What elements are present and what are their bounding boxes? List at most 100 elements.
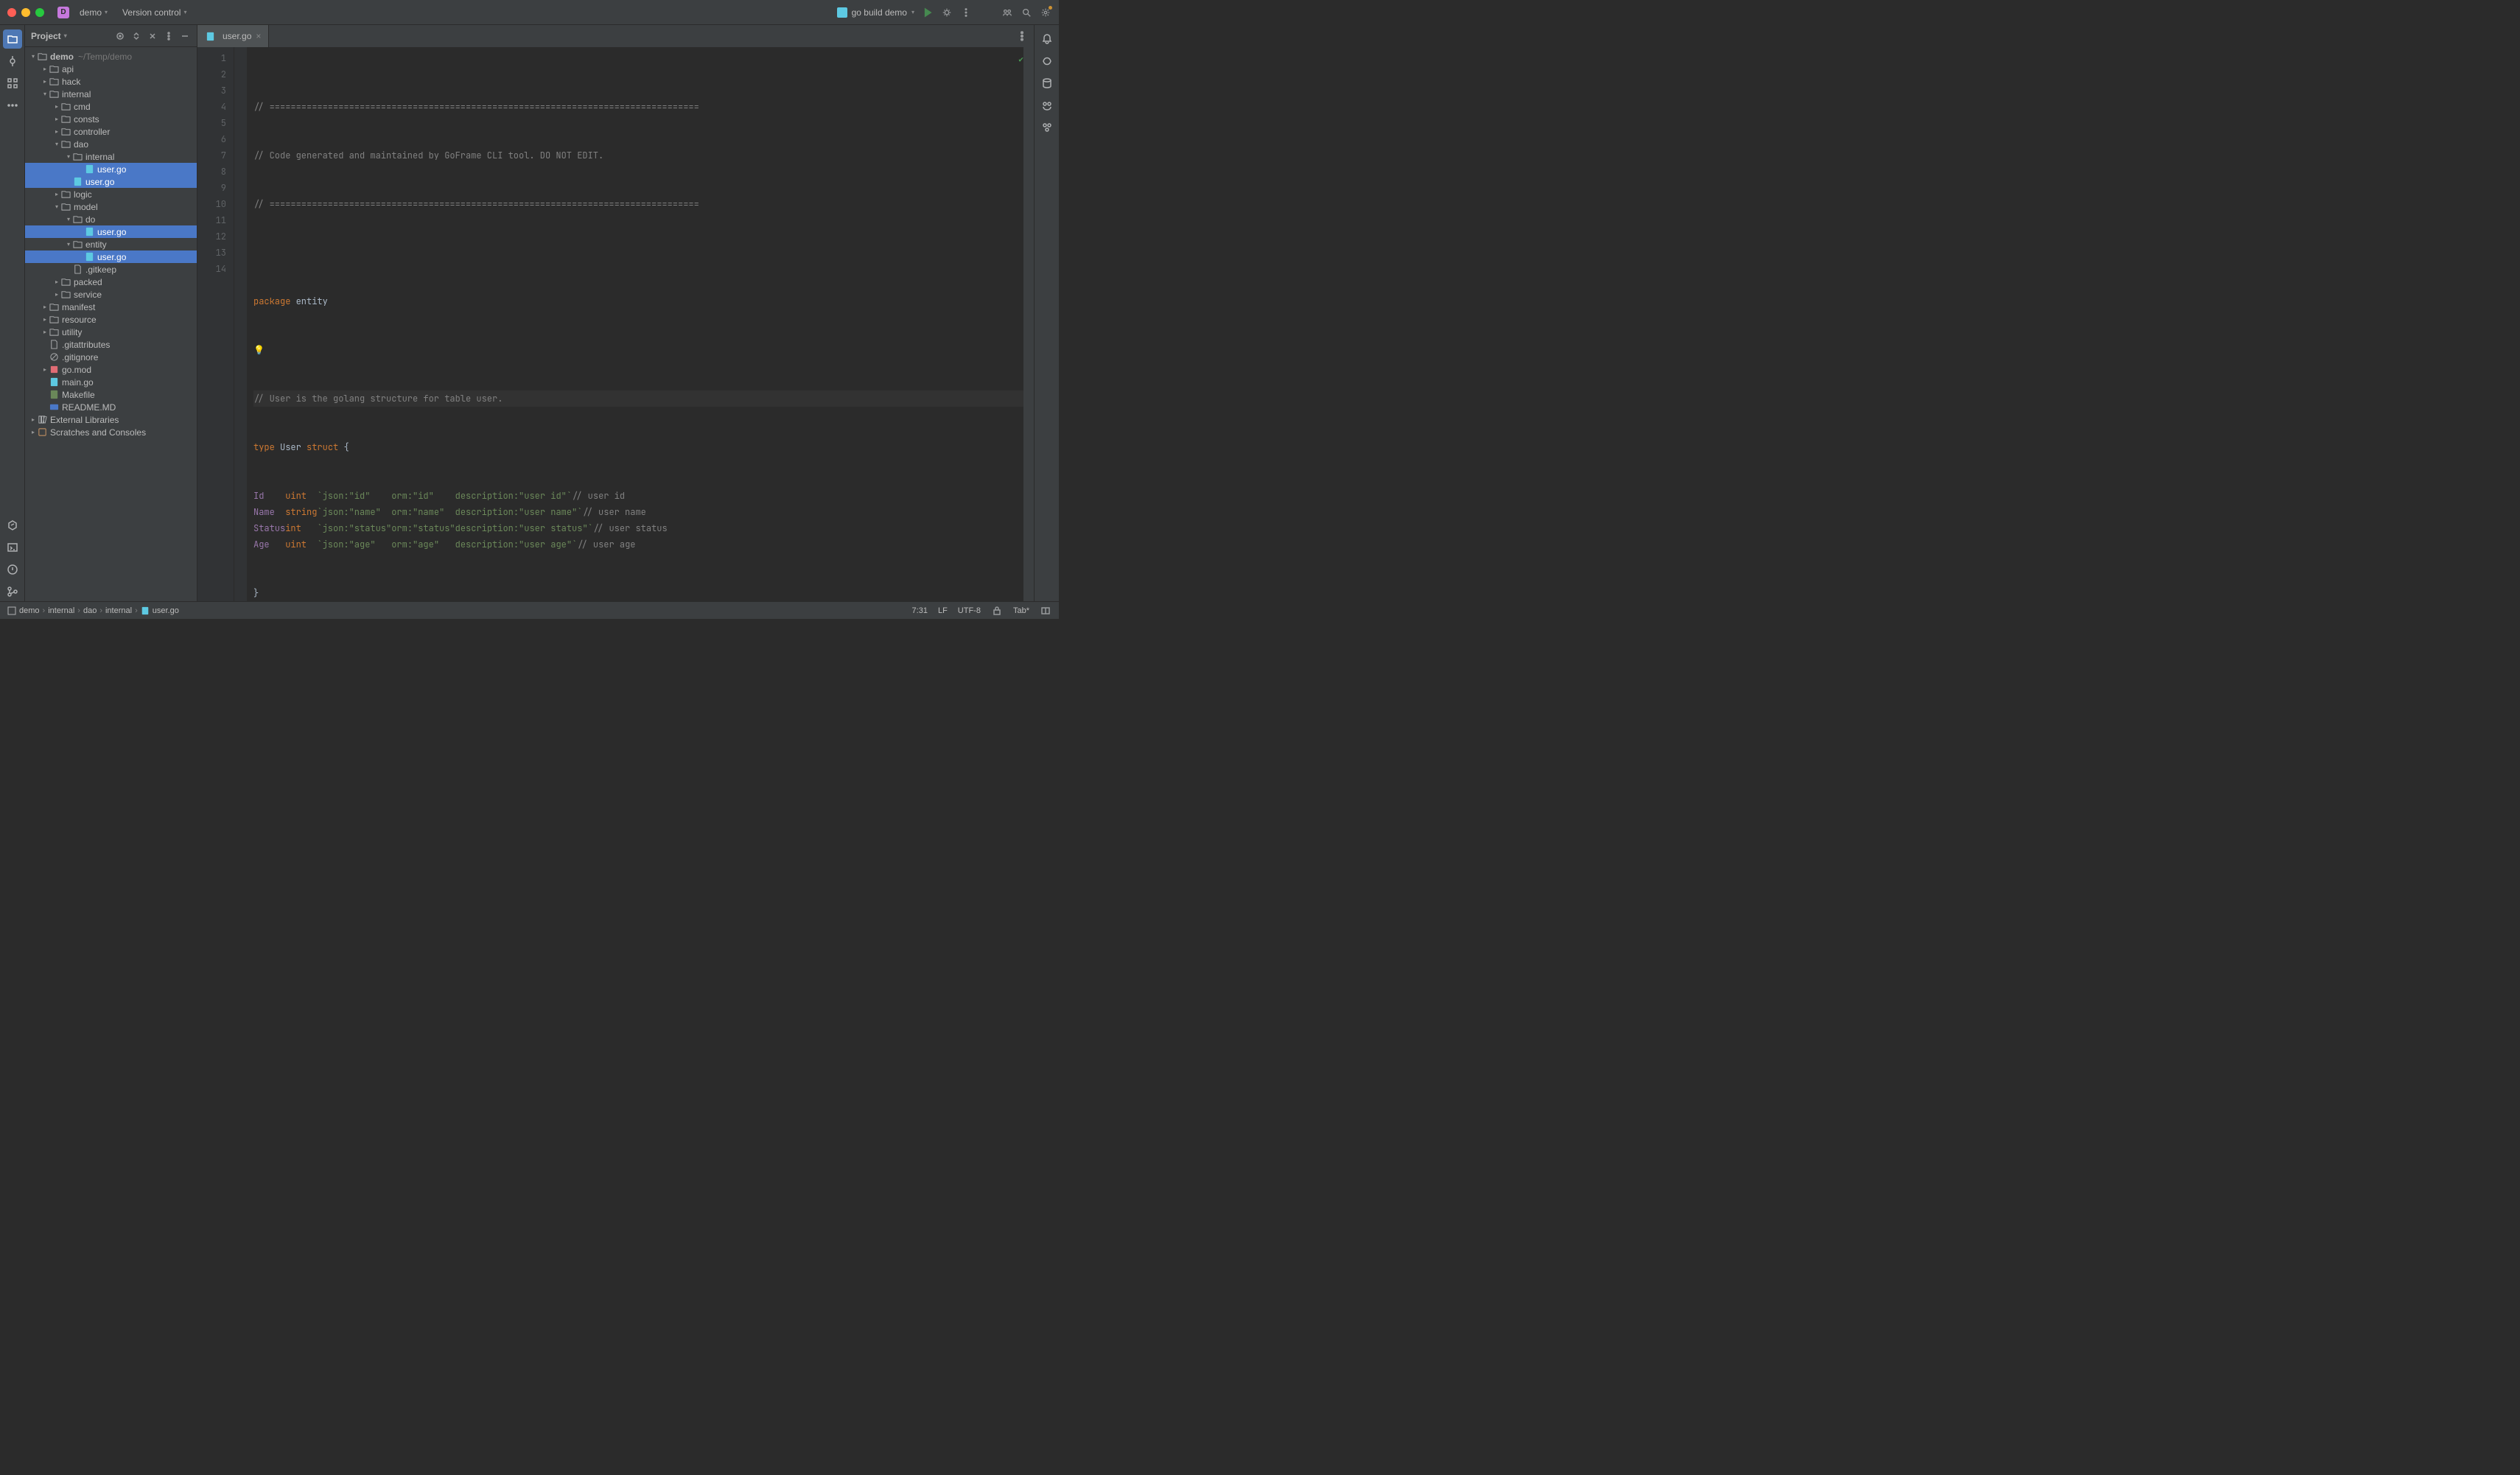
commit-tool-button[interactable] xyxy=(3,52,22,71)
tree-item[interactable]: ▾model xyxy=(25,200,197,213)
terminal-tool-button[interactable] xyxy=(3,538,22,557)
project-tool-button[interactable] xyxy=(3,29,22,49)
tree-file[interactable]: .gitignore xyxy=(25,351,197,363)
tree-file-selected[interactable]: user.go xyxy=(25,225,197,238)
tree-file[interactable]: .gitkeep xyxy=(25,263,197,276)
editor-minimap[interactable] xyxy=(1023,47,1034,601)
editor-area: user.go × 1234567891011121314 ✔ // =====… xyxy=(197,25,1034,601)
editor-tab[interactable]: user.go × xyxy=(197,25,269,47)
tree-item[interactable]: ▾do xyxy=(25,213,197,225)
tree-item[interactable]: ▸hack xyxy=(25,75,197,88)
tree-file-selected[interactable]: user.go xyxy=(25,163,197,175)
tree-item[interactable]: ▸api xyxy=(25,63,197,75)
tree-item[interactable]: ▾dao xyxy=(25,138,197,150)
run-button[interactable] xyxy=(922,7,934,18)
hide-panel-button[interactable] xyxy=(179,30,191,42)
folder-icon xyxy=(60,290,71,300)
tree-item[interactable]: ▸controller xyxy=(25,125,197,138)
breadcrumbs[interactable]: demo›internal›dao›internal›user.go xyxy=(7,606,179,615)
window-close-button[interactable] xyxy=(7,8,16,17)
editor-tabs: user.go × xyxy=(197,25,1034,47)
expand-all-button[interactable] xyxy=(130,30,142,42)
breadcrumb-item[interactable]: user.go xyxy=(141,606,179,615)
titlebar: D demo ▾ Version control ▾ go build demo… xyxy=(0,0,1059,25)
git-tool-button[interactable] xyxy=(3,582,22,601)
tree-file[interactable]: ▸go.mod xyxy=(25,363,197,376)
tab-options-button[interactable] xyxy=(1016,30,1028,42)
services-tool-button[interactable] xyxy=(3,516,22,535)
readonly-toggle[interactable] xyxy=(991,605,1003,617)
tree-item[interactable]: ▾internal xyxy=(25,88,197,100)
folder-icon xyxy=(60,277,71,287)
debug-button[interactable] xyxy=(941,7,953,18)
breadcrumb-item[interactable]: internal xyxy=(48,606,74,615)
line-separator[interactable]: LF xyxy=(938,606,948,615)
vcs-menu[interactable]: Version control ▾ xyxy=(118,6,191,19)
line-gutter[interactable]: 1234567891011121314 xyxy=(197,47,234,601)
tree-item[interactable]: ▸manifest xyxy=(25,301,197,313)
folder-icon xyxy=(49,327,59,337)
project-tree[interactable]: ▾ demo ~/Temp/demo ▸api ▸hack ▾internal … xyxy=(25,47,197,601)
tree-item[interactable]: ▸cmd xyxy=(25,100,197,113)
more-actions-button[interactable] xyxy=(960,7,972,18)
go-file-icon xyxy=(205,31,215,41)
notifications-tool-button[interactable] xyxy=(1037,29,1057,49)
breadcrumb-item[interactable]: demo xyxy=(7,606,40,615)
close-tab-button[interactable]: × xyxy=(256,31,261,41)
tree-item[interactable]: ▸consts xyxy=(25,113,197,125)
tree-file-selected[interactable]: user.go xyxy=(25,250,197,263)
window-maximize-button[interactable] xyxy=(35,8,44,17)
collab-tool-button[interactable] xyxy=(1037,118,1057,137)
breadcrumb-separator: › xyxy=(99,606,102,615)
tree-file[interactable]: main.go xyxy=(25,376,197,388)
select-open-file-button[interactable] xyxy=(114,30,126,42)
project-menu[interactable]: demo ▾ xyxy=(75,6,112,19)
breadcrumb-item[interactable]: dao xyxy=(83,606,97,615)
tree-item[interactable]: ▸service xyxy=(25,288,197,301)
makefile-icon xyxy=(49,390,59,400)
reader-mode-toggle[interactable] xyxy=(1040,605,1051,617)
settings-button[interactable] xyxy=(1040,7,1051,18)
tree-item[interactable]: ▸utility xyxy=(25,326,197,338)
intention-bulb-icon[interactable]: 💡 xyxy=(253,342,265,358)
tree-external-libs[interactable]: ▸External Libraries xyxy=(25,413,197,426)
collapse-all-button[interactable] xyxy=(147,30,158,42)
database-tool-button[interactable] xyxy=(1037,74,1057,93)
gopher-icon xyxy=(837,7,847,18)
indent-info[interactable]: Tab* xyxy=(1013,606,1029,615)
gutter-indicators xyxy=(234,47,248,601)
project-panel-title[interactable]: Project ▾ xyxy=(31,31,67,41)
file-encoding[interactable]: UTF-8 xyxy=(958,606,981,615)
tree-scratches[interactable]: ▸Scratches and Consoles xyxy=(25,426,197,438)
structure-tool-button[interactable] xyxy=(3,74,22,93)
tree-root[interactable]: ▾ demo ~/Temp/demo xyxy=(25,50,197,63)
tree-item[interactable]: ▸packed xyxy=(25,276,197,288)
analysis-ok-icon[interactable]: ✔ xyxy=(1018,52,1023,68)
more-tools-button[interactable] xyxy=(3,96,22,115)
ai-assistant-tool-button[interactable] xyxy=(1037,52,1057,71)
breadcrumb-separator: › xyxy=(77,606,80,615)
folder-icon xyxy=(60,139,71,150)
window-minimize-button[interactable] xyxy=(21,8,30,17)
panel-options-button[interactable] xyxy=(163,30,175,42)
search-everywhere-button[interactable] xyxy=(1021,7,1032,18)
tree-item[interactable]: ▸logic xyxy=(25,188,197,200)
vcs-label: Version control xyxy=(122,7,181,18)
caret-position[interactable]: 7:31 xyxy=(912,606,928,615)
tree-item[interactable]: ▸resource xyxy=(25,313,197,326)
run-config-selector[interactable]: go build demo ▾ xyxy=(837,7,914,18)
tree-file[interactable]: README.MD xyxy=(25,401,197,413)
go-file-icon xyxy=(72,177,83,187)
tree-item[interactable]: ▾internal xyxy=(25,150,197,163)
gopher-tool-button[interactable] xyxy=(1037,96,1057,115)
folder-icon xyxy=(37,52,47,62)
tree-file-selected[interactable]: user.go xyxy=(25,175,197,188)
tree-item[interactable]: ▾entity xyxy=(25,238,197,250)
code-editor[interactable]: ✔ // ===================================… xyxy=(248,47,1034,601)
tree-file[interactable]: .gitattributes xyxy=(25,338,197,351)
breadcrumb-item[interactable]: internal xyxy=(105,606,132,615)
code-with-me-button[interactable] xyxy=(1001,7,1013,18)
problems-tool-button[interactable] xyxy=(3,560,22,579)
tree-file[interactable]: Makefile xyxy=(25,388,197,401)
project-badge: D xyxy=(57,7,69,18)
